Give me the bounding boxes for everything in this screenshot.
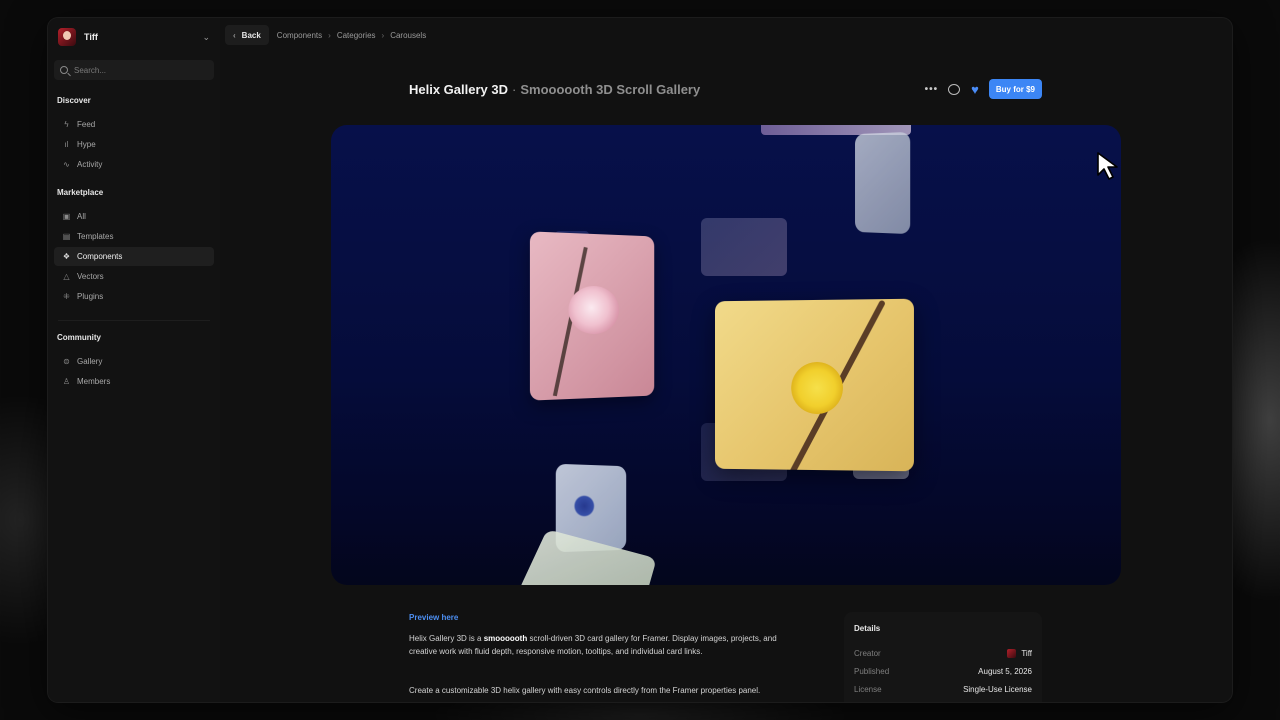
preview-image — [331, 125, 1121, 585]
chevron-right-icon: › — [381, 30, 385, 40]
sidebar-item-label: All — [77, 212, 86, 221]
gallery-card-peony — [529, 231, 655, 401]
plugin-icon: ⁜ — [63, 292, 70, 301]
preview-link[interactable]: Preview here — [409, 613, 458, 622]
search-placeholder: Search... — [74, 65, 107, 75]
component-icon: ❖ — [62, 252, 71, 261]
sidebar-item-label: Vectors — [77, 272, 104, 281]
buy-button[interactable]: Buy for $9 — [988, 79, 1042, 99]
section-community: Community ⊜ Gallery ♙ Members — [54, 333, 214, 391]
section-marketplace: Marketplace ▣ All ▤ Templates ❖ Componen… — [54, 188, 214, 306]
back-label: Back — [241, 30, 261, 40]
section-discover: Discover ϟ Feed ıl Hype ∿ Activity — [54, 96, 214, 174]
title-separator: · — [512, 81, 517, 97]
user-name: Tiff — [84, 32, 98, 42]
sidebar-item-feed[interactable]: ϟ Feed — [54, 115, 214, 134]
search-input[interactable]: Search... — [54, 60, 214, 80]
details-key: Published — [854, 666, 890, 676]
description-text: Helix Gallery 3D is a — [409, 634, 484, 643]
topbar: ‹ Back Components › Categories › Carouse… — [220, 18, 1232, 52]
app-window: Tiff ⌄ Search... Discover ϟ Feed ıl Hype… — [48, 18, 1232, 702]
vector-icon: △ — [63, 272, 70, 281]
section-title-marketplace: Marketplace — [57, 188, 104, 197]
sidebar-item-label: Hype — [77, 140, 96, 149]
bolt-icon: ϟ — [64, 120, 69, 129]
sidebar-item-components[interactable]: ❖ Components — [54, 247, 214, 266]
sidebar-item-all[interactable]: ▣ All — [54, 207, 214, 226]
breadcrumb-categories[interactable]: Categories — [337, 31, 376, 40]
header-actions: ••• ♥ Buy for $9 — [925, 79, 1042, 99]
sidebar-item-templates[interactable]: ▤ Templates — [54, 227, 214, 246]
sidebar-item-label: Feed — [77, 120, 96, 129]
section-title-community: Community — [57, 333, 101, 342]
chevron-down-icon: ⌄ — [202, 31, 210, 42]
page-title: Helix Gallery 3D — [409, 81, 508, 97]
details-value: Single-Use License — [963, 684, 1032, 694]
description: Helix Gallery 3D is a smoooooth scroll-d… — [409, 632, 801, 658]
sidebar-item-label: Plugins — [77, 292, 104, 301]
page-subtitle: Smoooooth 3D Scroll Gallery — [520, 81, 701, 97]
breadcrumb-components[interactable]: Components — [277, 31, 322, 40]
sidebar-item-label: Components — [77, 252, 123, 261]
details-row-creator: Creator Tiff — [854, 644, 1032, 662]
sidebar-item-label: Templates — [77, 232, 114, 241]
section-title-discover: Discover — [57, 96, 91, 105]
gallery-card — [855, 131, 911, 235]
avatar — [1007, 648, 1017, 658]
details-key: Creator — [854, 648, 881, 658]
chevron-left-icon: ‹ — [233, 30, 236, 40]
hype-icon: ıl — [64, 140, 69, 149]
back-button[interactable]: ‹ Back — [225, 25, 269, 45]
sidebar-item-label: Members — [77, 377, 111, 386]
sidebar-item-label: Gallery — [77, 357, 103, 366]
sidebar-item-members[interactable]: ♙ Members — [54, 372, 214, 391]
activity-icon: ∿ — [63, 160, 70, 169]
details-row-license: License Single-Use License — [854, 680, 1032, 698]
heart-icon[interactable]: ♥ — [971, 82, 979, 97]
sidebar: Tiff ⌄ Search... Discover ϟ Feed ıl Hype… — [48, 18, 220, 702]
description-emphasis: smoooooth — [483, 634, 528, 643]
more-icon[interactable]: ••• — [925, 84, 939, 95]
details-value: August 5, 2026 — [978, 666, 1032, 676]
sidebar-item-hype[interactable]: ıl Hype — [54, 135, 214, 154]
creator-link[interactable]: Tiff — [1007, 648, 1032, 658]
gallery-icon: ⊜ — [63, 357, 70, 366]
avatar — [58, 28, 76, 46]
chevron-right-icon: › — [328, 30, 331, 40]
sidebar-item-activity[interactable]: ∿ Activity — [54, 155, 214, 174]
members-icon: ♙ — [62, 377, 71, 386]
template-icon: ▤ — [62, 232, 71, 241]
details-value: Tiff — [1021, 648, 1032, 658]
box-icon: ▣ — [62, 212, 71, 221]
details-card: Details Creator Tiff Published August 5,… — [844, 612, 1042, 702]
divider — [58, 320, 210, 321]
search-icon — [60, 66, 68, 74]
details-title: Details — [854, 624, 881, 633]
gallery-card — [701, 218, 787, 276]
details-row-published: Published August 5, 2026 — [854, 662, 1032, 680]
sidebar-item-vectors[interactable]: △ Vectors — [54, 267, 214, 286]
page-header: Helix Gallery 3D · Smoooooth 3D Scroll G… — [409, 79, 1042, 99]
breadcrumb-carousels[interactable]: Carousels — [390, 31, 426, 40]
details-key: License — [854, 684, 882, 694]
comment-icon[interactable] — [948, 83, 961, 95]
sidebar-item-gallery[interactable]: ⊜ Gallery — [54, 352, 214, 371]
gallery-card-orchid — [715, 298, 914, 472]
sidebar-item-label: Activity — [77, 160, 103, 169]
user-menu[interactable]: Tiff ⌄ — [54, 26, 214, 48]
description-2: Create a customizable 3D helix gallery w… — [409, 686, 761, 695]
sidebar-item-plugins[interactable]: ⁜ Plugins — [54, 287, 214, 306]
